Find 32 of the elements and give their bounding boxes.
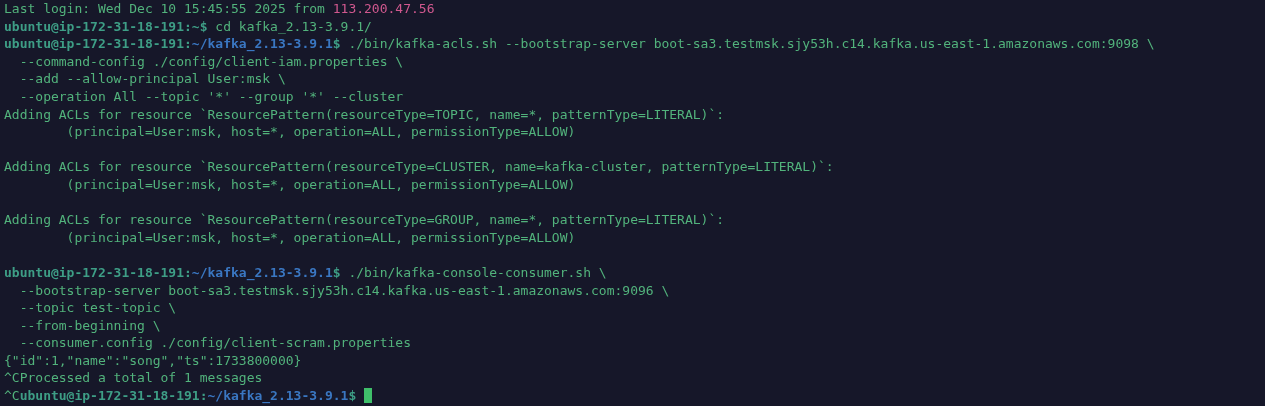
prompt-text: ubuntu@ip-172-31-18-191: — [4, 36, 192, 52]
output-text: ^C — [4, 388, 20, 404]
prompt-text: ubuntu@ip-172-31-18-191: — [19, 388, 208, 404]
output-text: Adding ACLs for resource `ResourcePattern(resourceType=CLUSTER, name=kafka-cluster, patternType=LITERAL)`: — [4, 159, 834, 175]
output-text: --consumer.config ./config/client-scram.properties — [18, 335, 411, 351]
directory-path: ~/kafka_2.13-3.9.1 — [191, 36, 333, 52]
directory-path: ~/kafka_2.13-3.9.1 — [191, 264, 333, 280]
output-text: Last login: Wed Dec 10 15:45:55 2025 from — [4, 1, 326, 16]
output-text: ^CProcessed a total of 1 messages — [4, 370, 263, 386]
output-text: Adding ACLs for resource `ResourcePattern(resourceType=GROUP, name=*, patternType=LITERAL)`: — [4, 212, 725, 228]
prompt-text: $ — [332, 264, 341, 280]
output-text: --bootstrap-server boot-sa3.testmsk.sjy53h.c14.kafka.us-east-1.amazonaws.com:9096 \ — [18, 282, 670, 298]
output-text: Adding ACLs for resource `ResourcePattern(resourceType=TOPIC, name=*, patternType=LITERAL)`: — [4, 106, 725, 122]
output-text: --add --allow-principal User:msk \ — [18, 71, 286, 87]
output-text: --command-config ./config/client-iam.properties \ — [18, 53, 404, 69]
output-text: (principal=User:msk, host=*, operation=ALL, permissionType=ALLOW) — [65, 229, 576, 245]
output-text: (principal=User:msk, host=*, operation=ALL, permissionType=ALLOW) — [65, 176, 576, 192]
output-text: --from-beginning \ — [18, 317, 161, 333]
output-text: {"id":1,"name":"song","ts":1733800000} — [4, 352, 302, 368]
output-text: --operation All --topic '*' --group '*' --cluster — [18, 88, 404, 104]
output-text: --topic test-topic \ — [18, 300, 177, 316]
output-text: ./bin/kafka-console-consumer.sh \ — [347, 264, 607, 280]
text-cursor — [364, 388, 373, 404]
prompt-text: ubuntu@ip-172-31-18-191:~$ — [4, 18, 208, 34]
prompt-text: $ — [332, 36, 341, 52]
output-text: ./bin/kafka-acls.sh --bootstrap-server boot-sa3.testmsk.sjy53h.c14.kafka.us-east-1.amazonaws.com:9098 \ — [347, 36, 1155, 52]
ip-address: 113.200.47.56 — [332, 1, 435, 16]
output-text: (principal=User:msk, host=*, operation=ALL, permissionType=ALLOW) — [65, 124, 576, 140]
output-text: cd kafka_2.13-3.9.1/ — [214, 18, 372, 34]
prompt-text: $ — [348, 388, 357, 404]
prompt-text: ubuntu@ip-172-31-18-191: — [4, 264, 192, 280]
directory-path: ~/kafka_2.13-3.9.1 — [207, 388, 349, 404]
